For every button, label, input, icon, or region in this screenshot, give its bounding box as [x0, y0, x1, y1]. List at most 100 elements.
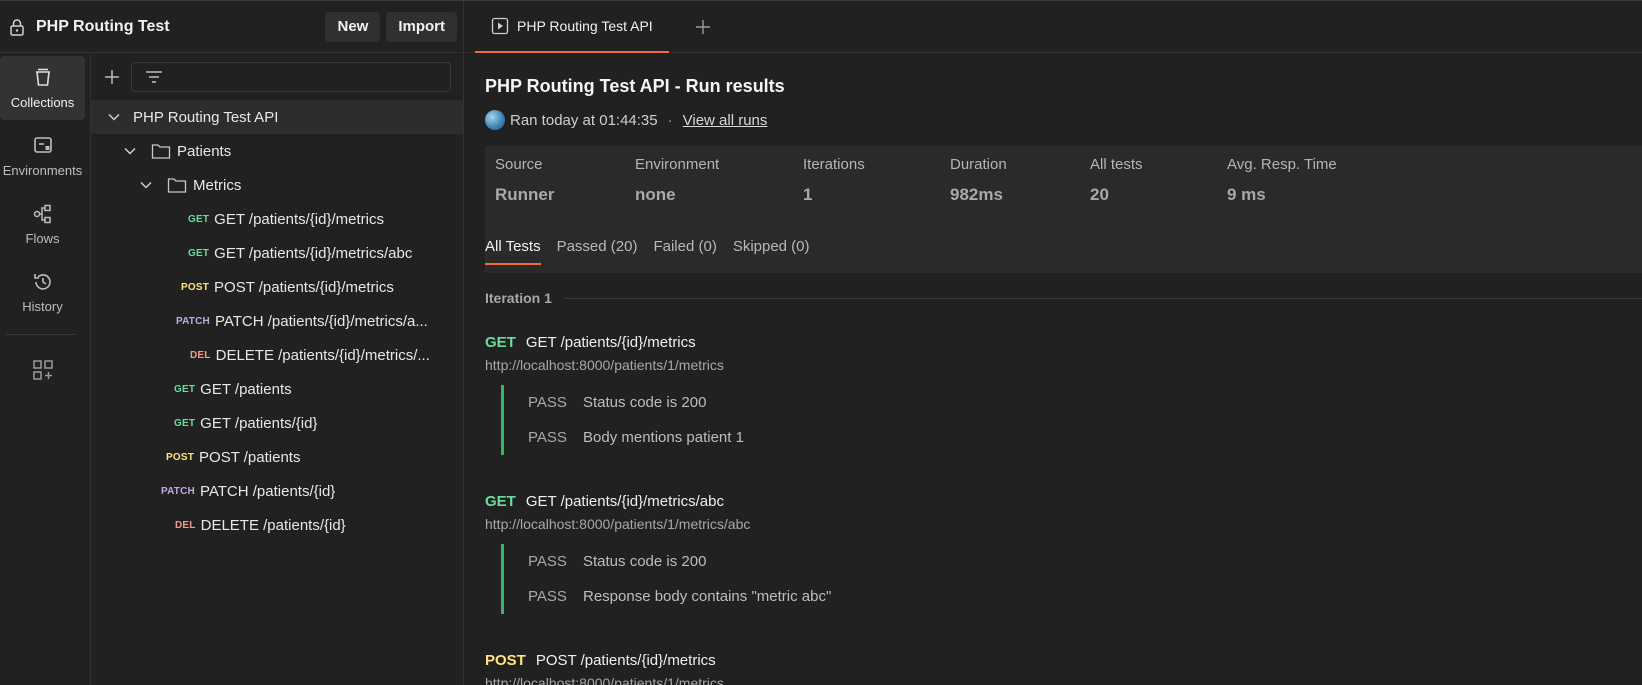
method-badge-get: GET	[188, 247, 210, 259]
tree-request-row[interactable]: POST POST /patients/{id}/metrics	[91, 270, 463, 304]
pass-status: PASS	[528, 553, 567, 570]
request-method: GET	[485, 493, 516, 510]
request-name: GET /patients/{id}	[200, 414, 318, 432]
summary-value: none	[635, 185, 676, 204]
pass-status: PASS	[528, 588, 567, 605]
summary-value: 982ms	[950, 185, 1003, 204]
tab-all-tests[interactable]: All Tests	[485, 238, 541, 265]
tree-request-row[interactable]: GET GET /patients	[91, 372, 463, 406]
runner-icon	[491, 17, 509, 34]
tree-folder-patients[interactable]: Patients	[91, 134, 463, 168]
collection-tree-pane: PHP Routing Test API Patients Metrics GE…	[91, 54, 464, 685]
page-title: PHP Routing Test API - Run results	[485, 76, 785, 96]
test-results: PASS Status code is 200 PASS Body mentio…	[501, 385, 744, 455]
folder-icon	[151, 144, 171, 159]
globe-avatar-icon	[485, 110, 505, 130]
iteration-header: Iteration 1	[485, 290, 1642, 306]
request-name: GET /patients/{id}/metrics	[214, 210, 384, 228]
summary-duration: Duration 982ms	[950, 156, 1007, 205]
sidebar-item-collections[interactable]: Collections	[0, 56, 85, 120]
environments-icon	[33, 136, 52, 153]
summary-value: 20	[1090, 185, 1109, 204]
add-tab-icon[interactable]	[693, 17, 713, 37]
tree-request-row[interactable]: GET GET /patients/{id}/metrics/abc	[91, 236, 463, 270]
tree-request-row[interactable]: PATCH PATCH /patients/{id}/metrics/a...	[91, 304, 463, 338]
new-button[interactable]: New	[325, 11, 381, 42]
add-apps-icon[interactable]	[32, 359, 54, 381]
test-filter-tabs: All Tests Passed (20) Failed (0) Skipped…	[485, 238, 826, 265]
tree-request-row[interactable]: DEL DELETE /patients/{id}/metrics/...	[91, 338, 463, 372]
summary-label: Environment	[635, 156, 720, 173]
summary-label: Avg. Resp. Time	[1227, 156, 1337, 173]
test-name: Status code is 200	[583, 394, 707, 411]
sidebar-item-history[interactable]: History	[0, 260, 85, 324]
import-button[interactable]: Import	[386, 11, 457, 42]
request-header[interactable]: POST POST /patients/{id}/metrics	[485, 652, 724, 669]
tree-folder-metrics[interactable]: Metrics	[91, 168, 463, 202]
method-badge-get: GET	[174, 383, 196, 395]
collection-name: PHP Routing Test API	[133, 108, 279, 126]
filter-icon[interactable]	[144, 69, 164, 85]
request-header[interactable]: GET GET /patients/{id}/metrics/abc	[485, 493, 831, 510]
summary-source: Source Runner	[495, 156, 555, 205]
tab-passed[interactable]: Passed (20)	[557, 238, 638, 265]
request-header[interactable]: GET GET /patients/{id}/metrics	[485, 334, 744, 351]
plus-icon[interactable]	[103, 68, 121, 86]
pass-status: PASS	[528, 429, 567, 446]
rail-divider	[6, 334, 76, 335]
tree-request-row[interactable]: DEL DELETE /patients/{id}	[91, 508, 463, 542]
view-all-runs-link[interactable]: View all runs	[683, 112, 768, 129]
sidebar-item-label: History	[22, 298, 63, 314]
request-name: GET /patients	[200, 380, 292, 398]
tree-search-input[interactable]	[131, 62, 451, 92]
request-method: GET	[485, 334, 516, 351]
request-name: POST /patients	[199, 448, 301, 466]
tab-label: PHP Routing Test API	[517, 17, 653, 34]
test-results: PASS Status code is 200 PASS Response bo…	[501, 544, 831, 614]
method-badge-post: POST	[181, 281, 210, 293]
method-badge-patch: PATCH	[161, 485, 195, 497]
pass-status: PASS	[528, 394, 567, 411]
tree-toolbar	[91, 54, 463, 100]
method-badge-patch: PATCH	[176, 315, 210, 327]
run-results-panel: PHP Routing Test API - Run results Ran t…	[485, 54, 1642, 685]
tab-skipped[interactable]: Skipped (0)	[733, 238, 810, 265]
summary-value: 1	[803, 185, 813, 204]
request-url: http://localhost:8000/patients/1/metrics	[485, 675, 724, 685]
request-name: GET /patients/{id}/metrics	[525, 334, 696, 351]
request-result: POST POST /patients/{id}/metrics http://…	[485, 652, 724, 685]
chevron-down-icon[interactable]	[139, 178, 153, 192]
summary-environment: Environment none	[635, 156, 719, 205]
request-name: GET /patients/{id}/metrics/abc	[525, 493, 724, 510]
folder-name: Patients	[177, 142, 232, 160]
summary-label: Source	[495, 156, 543, 173]
tree-request-row[interactable]: POST POST /patients	[91, 440, 463, 474]
sidebar-item-label: Flows	[25, 230, 60, 246]
sidebar-item-flows[interactable]: Flows	[0, 192, 85, 256]
test-result-row: PASS Response body contains "metric abc"	[528, 579, 831, 614]
workspace-title[interactable]: PHP Routing Test	[36, 18, 325, 36]
tree-request-row[interactable]: GET GET /patients/{id}/metrics	[91, 202, 463, 236]
collections-icon	[35, 68, 50, 86]
sidebar-item-environments[interactable]: Environments	[0, 124, 85, 188]
tree-request-row[interactable]: GET GET /patients/{id}	[91, 406, 463, 440]
request-method: POST	[485, 652, 526, 669]
workspace-header: PHP Routing Test New Import	[0, 1, 464, 53]
request-url: http://localhost:8000/patients/1/metrics…	[485, 516, 751, 532]
summary-value: Runner	[495, 185, 555, 204]
folder-name: Metrics	[193, 176, 242, 194]
chevron-down-icon[interactable]	[123, 144, 137, 158]
sidebar-item-label: Environments	[2, 162, 83, 178]
tab-failed[interactable]: Failed (0)	[653, 238, 716, 265]
chevron-down-icon[interactable]	[107, 110, 121, 124]
request-name: POST /patients/{id}/metrics	[535, 652, 716, 669]
flows-icon	[33, 204, 51, 223]
method-badge-delete: DEL	[190, 349, 211, 361]
request-name: DELETE /patients/{id}	[200, 516, 346, 534]
tree-collection-row[interactable]: PHP Routing Test API	[91, 100, 463, 134]
run-meta: Ran today at 01:44:35 · View all runs	[485, 110, 767, 130]
tree-request-row[interactable]: PATCH PATCH /patients/{id}	[91, 474, 463, 508]
tab-run-results[interactable]: PHP Routing Test API	[475, 1, 669, 53]
method-badge-get: GET	[174, 417, 196, 429]
request-name: PATCH /patients/{id}/metrics/a...	[214, 312, 428, 330]
